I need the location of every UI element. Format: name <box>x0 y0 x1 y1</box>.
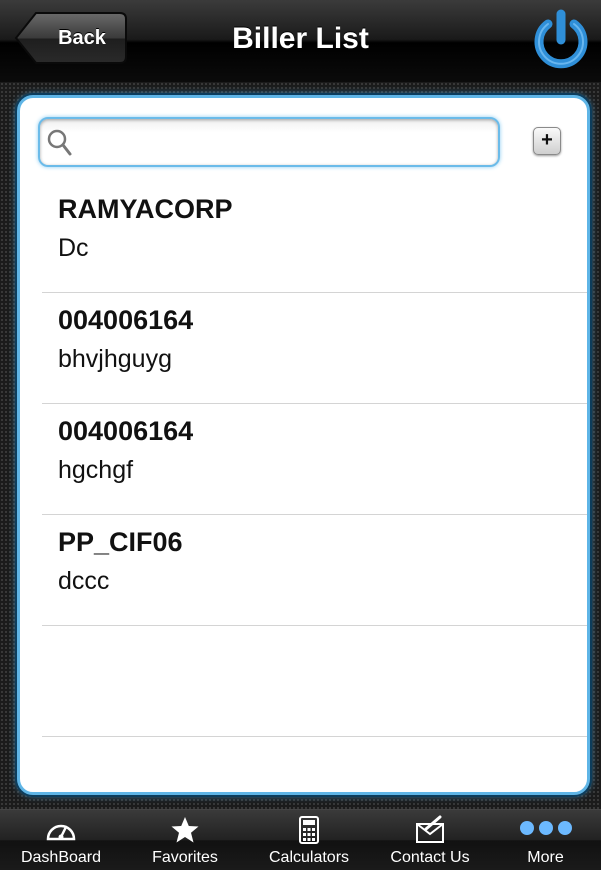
biller-name: 004006164 <box>58 305 194 335</box>
biller-panel: + RAMYACORP Dc 004006164 bhvjhguyg 00400… <box>17 95 590 795</box>
biller-description: dccc <box>58 567 110 595</box>
biller-row[interactable]: 004006164 hgchgf <box>42 404 587 515</box>
tab-calculators[interactable]: Calculators <box>248 810 370 870</box>
search-input[interactable] <box>78 125 492 159</box>
calculator-icon <box>299 816 319 844</box>
biller-row[interactable]: PP_CIF06 dccc <box>42 515 587 626</box>
search-box[interactable] <box>38 117 500 167</box>
biller-name: PP_CIF06 <box>58 527 183 557</box>
tab-dashboard[interactable]: DashBoard <box>0 810 122 870</box>
tab-label: Contact Us <box>390 849 470 866</box>
tab-label: DashBoard <box>20 849 102 866</box>
biller-name: RAMYACORP <box>58 194 233 224</box>
more-dots-icon <box>519 821 572 835</box>
content-frame: + RAMYACORP Dc 004006164 bhvjhguyg 00400… <box>0 82 601 809</box>
page-title: Biller List <box>232 22 369 55</box>
back-button-label: Back <box>58 27 106 49</box>
header-bar: Back Biller List <box>0 0 601 83</box>
dashboard-gauge-icon <box>46 824 76 841</box>
search-icon <box>47 129 72 156</box>
tab-contact-us[interactable]: Contact Us <box>370 810 490 870</box>
biller-description: bhvjhguyg <box>58 345 172 373</box>
tab-label: More <box>527 849 564 866</box>
biller-description: Dc <box>58 234 89 262</box>
biller-list: RAMYACORP Dc 004006164 bhvjhguyg 0040061… <box>42 182 587 737</box>
mail-icon <box>416 815 444 843</box>
back-button[interactable]: Back <box>14 11 128 65</box>
biller-row[interactable]: 004006164 bhvjhguyg <box>42 293 587 404</box>
tab-more[interactable]: More <box>490 810 601 870</box>
tab-favorites[interactable]: Favorites <box>122 810 248 870</box>
biller-row[interactable]: RAMYACORP Dc <box>42 182 587 293</box>
power-icon[interactable] <box>528 8 594 74</box>
star-icon <box>171 817 199 843</box>
biller-description: hgchgf <box>58 456 134 484</box>
tab-label: Calculators <box>268 849 350 866</box>
empty-list-row <box>42 626 587 737</box>
tab-bar: DashBoard Favorites Calculators Contact … <box>0 809 601 870</box>
tab-label: Favorites <box>152 849 218 866</box>
add-biller-button[interactable]: + <box>533 127 561 155</box>
biller-name: 004006164 <box>58 416 194 446</box>
